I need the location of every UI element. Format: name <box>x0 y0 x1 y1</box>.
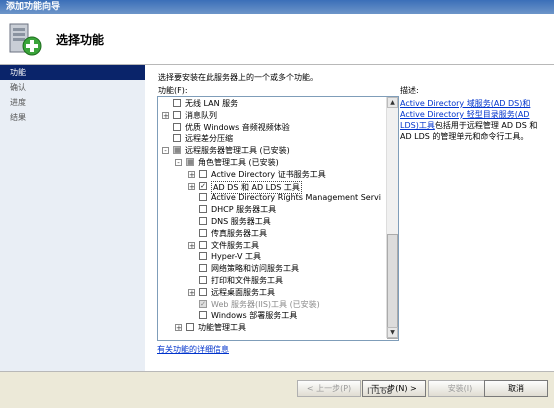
tree-row[interactable]: + 功能管理工具 <box>158 322 386 333</box>
tree-row[interactable]: ✓ Web 服务器(IIS)工具 (已安装) <box>158 299 386 310</box>
tree-row[interactable]: - ■ 角色管理工具 (已安装) <box>158 157 386 168</box>
expand-icon[interactable]: + <box>162 111 169 119</box>
expand-icon[interactable]: + <box>188 288 195 296</box>
feature-label: 文件服务工具 <box>211 240 259 250</box>
tree-row[interactable]: Active Directory Rights Management Servi <box>158 192 386 203</box>
feature-checkbox[interactable] <box>173 134 181 143</box>
feature-description: Active Directory 域服务(AD DS)和 Active Dire… <box>400 98 550 142</box>
tree-row[interactable]: Windows 部署服务工具 <box>158 310 386 321</box>
more-info-link[interactable]: 有关功能的详细信息 <box>157 344 229 355</box>
add-features-icon <box>9 23 42 56</box>
tree-row[interactable]: DHCP 服务器工具 <box>158 204 386 215</box>
feature-checkbox[interactable]: ✓ <box>199 181 207 190</box>
feature-checkbox[interactable] <box>173 110 181 119</box>
tree-row[interactable]: + Active Directory 证书服务工具 <box>158 169 386 180</box>
feature-checkbox[interactable] <box>199 205 207 214</box>
expand-icon[interactable]: + <box>175 324 182 332</box>
collapse-icon[interactable]: - <box>162 147 169 155</box>
feature-checkbox[interactable] <box>173 99 181 107</box>
feature-checkbox[interactable] <box>199 193 207 202</box>
expand-icon[interactable]: + <box>188 182 195 190</box>
feature-checkbox[interactable] <box>199 228 207 237</box>
feature-checkbox[interactable] <box>199 264 207 273</box>
main-panel: 选择要安装在此服务器上的一个或多个功能。 功能(F): 描述: 无线 LAN 服… <box>146 65 554 371</box>
feature-label: Active Directory Rights Management Servi <box>211 193 381 203</box>
expand-icon[interactable]: + <box>188 241 195 249</box>
feature-label: 远程差分压缩 <box>185 134 233 144</box>
tree-row[interactable]: - ■ 远程服务器管理工具 (已安装) <box>158 145 386 156</box>
feature-checkbox[interactable] <box>199 252 207 261</box>
feature-checkbox[interactable] <box>199 169 207 178</box>
feature-checkbox[interactable] <box>199 311 207 320</box>
feature-checkbox[interactable] <box>199 276 207 284</box>
feature-label: Active Directory 证书服务工具 <box>211 169 326 179</box>
feature-label: 打印和文件服务工具 <box>211 276 283 285</box>
feature-label: 网络策略和访问服务工具 <box>211 264 299 274</box>
feature-label: 远程服务器管理工具 (已安装) <box>185 146 290 156</box>
feature-checkbox[interactable]: ■ <box>173 146 181 155</box>
tree-row[interactable]: + ✓ AD DS 和 AD LDS 工具 <box>158 180 386 194</box>
feature-label: 无线 LAN 服务 <box>185 99 239 108</box>
description-label: 描述: <box>400 86 419 95</box>
window-title: 添加功能向导 <box>6 2 61 12</box>
tree-row[interactable]: 无线 LAN 服务 <box>158 98 386 109</box>
tree-row[interactable]: 网络策略和访问服务工具 <box>158 263 386 274</box>
install-button[interactable]: 安装(I) <box>428 380 492 397</box>
nav-item: 结果 <box>10 113 26 122</box>
feature-label: 传真服务器工具 <box>211 228 267 238</box>
feature-label: 远程桌面服务工具 <box>211 287 275 297</box>
feature-label: 消息队列 <box>185 110 217 120</box>
feature-checkbox[interactable]: ■ <box>186 158 194 166</box>
tree-row[interactable]: Hyper-V 工具 <box>158 251 386 262</box>
scroll-up-button[interactable]: ▲ <box>387 97 398 108</box>
feature-checkbox: ✓ <box>199 299 207 308</box>
tree-row[interactable]: DNS 服务器工具 <box>158 216 386 227</box>
feature-label: DHCP 服务器工具 <box>211 205 277 215</box>
wizard-header: 选择功能 <box>0 14 554 65</box>
feature-checkbox[interactable] <box>199 217 207 225</box>
feature-label: 优质 Windows 音频视频体验 <box>185 122 290 132</box>
tree-row[interactable]: + 远程桌面服务工具 <box>158 287 386 298</box>
feature-label: Web 服务器(IIS)工具 (已安装) <box>211 299 320 309</box>
prev-button[interactable]: < 上一步(P) <box>297 380 361 397</box>
wizard-nav: 功能确认进度结果 <box>0 65 145 371</box>
tree-scrollbar[interactable]: ▲ ▼ <box>386 97 398 339</box>
window-title-bar: 添加功能向导 <box>0 0 554 14</box>
wizard-footer: < 上一步(P) 下一步(N) > 安装(I) 取消 <box>0 371 554 408</box>
feature-label: 功能管理工具 <box>198 323 246 333</box>
instruction-text: 选择要安装在此服务器上的一个或多个功能。 <box>158 73 318 82</box>
expand-icon[interactable]: + <box>188 170 195 178</box>
feature-checkbox[interactable] <box>199 240 207 249</box>
feature-checkbox[interactable] <box>173 122 181 131</box>
features-tree[interactable]: 无线 LAN 服务 + 消息队列 优质 Windows 音频视频体验 远程差分压缩 - ■ 远… <box>157 96 399 341</box>
features-list-label: 功能(F): <box>158 86 188 95</box>
collapse-icon[interactable]: - <box>175 159 182 167</box>
feature-checkbox[interactable] <box>199 287 207 296</box>
scroll-thumb[interactable] <box>387 234 398 339</box>
feature-label: 角色管理工具 (已安装) <box>198 158 279 167</box>
tree-row[interactable]: 远程差分压缩 <box>158 133 386 144</box>
tree-row[interactable]: 传真服务器工具 <box>158 228 386 239</box>
page-title: 选择功能 <box>56 33 105 47</box>
nav-item: 确认 <box>10 83 26 92</box>
tree-row[interactable]: 优质 Windows 音频视频体验 <box>158 122 386 133</box>
tree-row[interactable]: 打印和文件服务工具 <box>158 275 386 286</box>
nav-item: 功能 <box>0 65 145 80</box>
feature-label: Hyper-V 工具 <box>211 252 261 262</box>
feature-label: Windows 部署服务工具 <box>211 311 298 321</box>
scroll-down-button[interactable]: ▼ <box>387 327 398 338</box>
tree-row[interactable]: + 文件服务工具 <box>158 240 386 251</box>
watermark: IT168 <box>367 387 393 397</box>
cancel-button[interactable]: 取消 <box>484 380 548 397</box>
tree-row[interactable]: + 消息队列 <box>158 110 386 121</box>
nav-item: 进度 <box>10 98 26 107</box>
feature-checkbox[interactable] <box>186 323 194 332</box>
feature-label: DNS 服务器工具 <box>211 217 271 226</box>
